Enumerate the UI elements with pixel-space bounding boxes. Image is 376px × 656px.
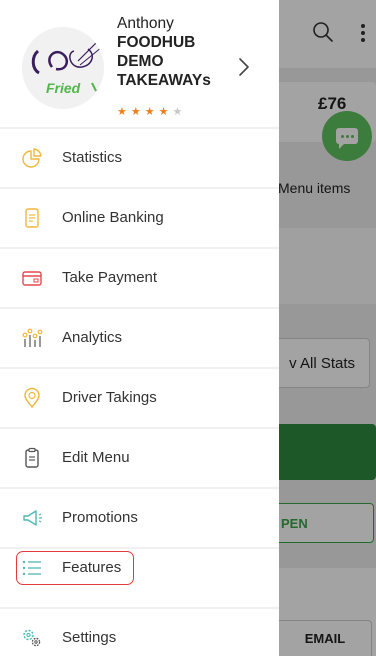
menu-item-analytics[interactable]: Analytics (0, 309, 279, 367)
star-filled-icon: ★ (144, 106, 155, 118)
menu-item-edit-menu[interactable]: Edit Menu (0, 429, 279, 487)
card-icon (21, 267, 43, 289)
menu-item-label: Statistics (62, 149, 123, 166)
menu-item-label: Take Payment (62, 269, 158, 286)
store-logo: Fried (22, 27, 104, 109)
menu-item-take-payment[interactable]: Take Payment (0, 249, 279, 307)
menu-item-label: Driver Takings (62, 389, 157, 406)
clipboard-icon (21, 447, 43, 469)
store-rating: ★ ★ ★ ★ ★ (117, 107, 182, 118)
store-name: Anthony FOODHUB DEMO TAKEAWAYs (117, 14, 229, 90)
analytics-icon (21, 327, 43, 349)
list-icon (21, 557, 43, 579)
store-name-line1: Anthony (117, 15, 174, 32)
menu-item-label: Online Banking (62, 209, 164, 226)
menu-item-statistics[interactable]: Statistics (0, 129, 279, 187)
menu-item-features[interactable]: Features (0, 549, 279, 607)
screen: £76 Menu items v All Stats PEN EMAIL Fri… (0, 0, 376, 656)
menu-item-label: Settings (62, 629, 117, 646)
star-empty-icon: ★ (172, 106, 183, 118)
menu-item-label: Analytics (62, 329, 123, 346)
menu-item-promotions[interactable]: Promotions (0, 489, 279, 547)
menu-item-label: Promotions (62, 509, 138, 526)
location-pin-icon (21, 387, 43, 409)
star-filled-icon: ★ (130, 106, 141, 118)
star-filled-icon: ★ (117, 106, 127, 118)
menu-item-settings[interactable]: Settings (0, 609, 279, 656)
chevron-right-icon[interactable] (238, 57, 250, 77)
menu-item-label: Edit Menu (62, 449, 130, 466)
menu-item-label: Features (62, 559, 122, 576)
gear-icon (21, 627, 43, 649)
document-icon (21, 207, 43, 229)
menu-item-driver-takings[interactable]: Driver Takings (0, 369, 279, 427)
megaphone-icon (21, 507, 43, 529)
store-name-line2: FOODHUB DEMO TAKEAWAYs (117, 34, 211, 89)
store-profile-header[interactable]: Fried Anthony FOODHUB DEMO TAKEAWAYs ★ ★ ★… (0, 0, 279, 127)
menu-item-online-banking[interactable]: Online Banking (0, 189, 279, 247)
pie-chart-icon (21, 147, 43, 169)
navigation-drawer: Fried Anthony FOODHUB DEMO TAKEAWAYs ★ ★ ★… (0, 0, 279, 656)
star-filled-icon: ★ (158, 106, 169, 118)
drawer-menu: Statistics Online Banking Take Payment A… (0, 129, 279, 656)
